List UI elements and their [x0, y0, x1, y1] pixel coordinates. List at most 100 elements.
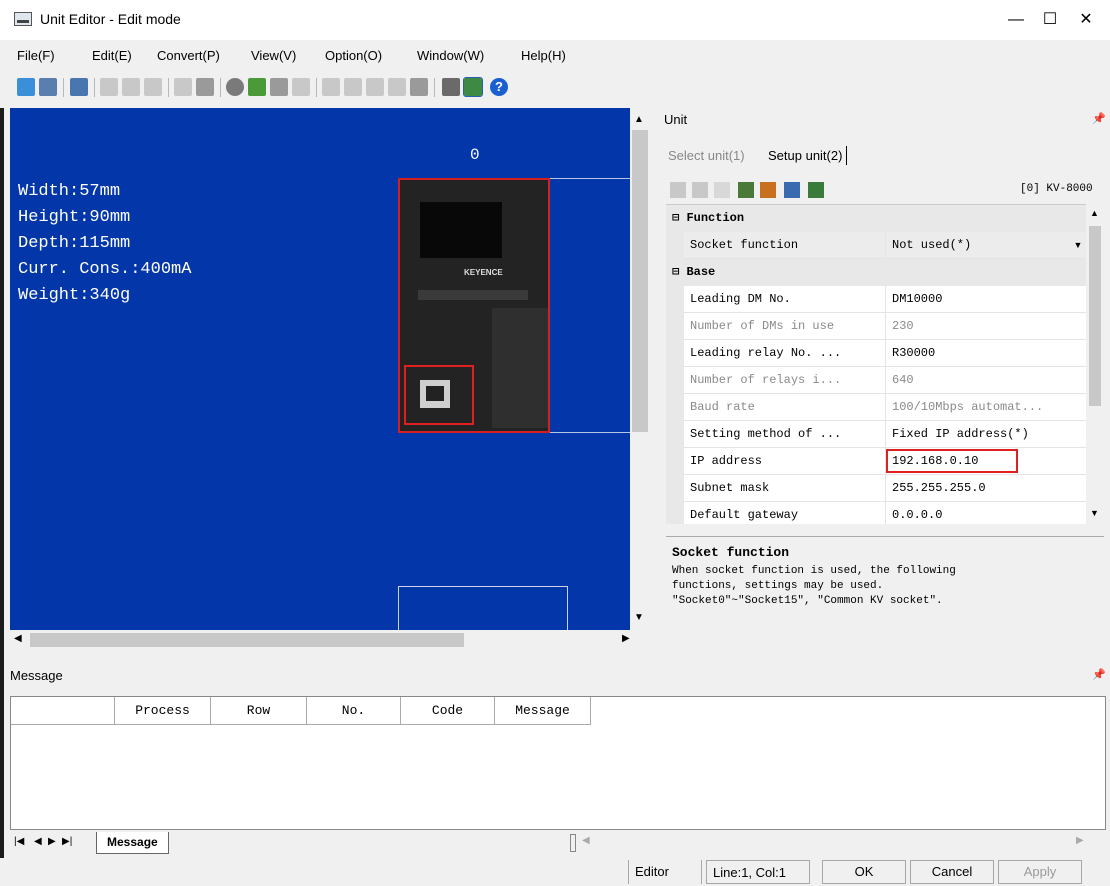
ftp-icon[interactable] — [760, 182, 776, 198]
property-row[interactable]: Leading DM No. DM10000 — [666, 286, 1086, 313]
scroll-left-icon[interactable]: ◀ — [14, 633, 22, 644]
scroll-down-icon[interactable]: ▼ — [1090, 508, 1099, 518]
menu-convert[interactable]: Convert(P) — [157, 48, 220, 63]
close-button[interactable]: ✕ — [1066, 4, 1106, 36]
property-value[interactable]: R30000 — [892, 340, 1086, 367]
help-icon[interactable]: ? — [490, 78, 508, 96]
wrench-icon[interactable] — [442, 78, 460, 96]
unit-setting-icon[interactable] — [738, 182, 754, 198]
property-row[interactable]: Subnet mask 255.255.255.0 — [666, 475, 1086, 502]
import-icon[interactable] — [17, 78, 35, 96]
unit-cover — [492, 308, 548, 428]
last-page-icon[interactable]: ▶| — [62, 836, 72, 847]
menu-window[interactable]: Window(W) — [417, 48, 484, 63]
tab-message[interactable]: Message — [96, 832, 169, 854]
property-row[interactable]: IP address 192.168.0.10 — [666, 448, 1086, 475]
property-value[interactable]: 100/10Mbps automat... — [892, 394, 1086, 421]
unit-read-icon[interactable] — [344, 78, 362, 96]
first-page-icon[interactable]: |◀ — [14, 836, 24, 847]
grid-vertical-scrollbar[interactable]: ▲ ▼ — [1086, 204, 1104, 524]
kv-icon[interactable] — [410, 78, 428, 96]
property-row[interactable]: Number of relays i... 640 — [666, 367, 1086, 394]
property-row[interactable]: Leading relay No. ... R30000 — [666, 340, 1086, 367]
apply-button[interactable]: Apply — [998, 860, 1082, 884]
scroll-right-icon[interactable]: ▶ — [1076, 835, 1084, 846]
tab-setup-unit[interactable]: Setup unit(2) — [764, 146, 848, 165]
settings-icon[interactable] — [463, 77, 483, 97]
sort-category-icon[interactable] — [670, 182, 686, 198]
canvas-horizontal-scrollbar[interactable]: ◀ ▶ — [10, 630, 650, 650]
property-row[interactable]: Number of DMs in use 230 — [666, 313, 1086, 340]
network-icon[interactable] — [784, 182, 800, 198]
tab-select-unit[interactable]: Select unit(1) — [668, 148, 745, 163]
ok-button[interactable]: OK — [822, 860, 906, 884]
property-row[interactable]: Socket function Not used(*) ▼ — [666, 232, 1086, 259]
property-row[interactable]: Setting method of ... Fixed IP address(*) — [666, 421, 1086, 448]
scroll-up-icon[interactable]: ▲ — [634, 114, 644, 125]
menu-edit[interactable]: Edit(E) — [92, 48, 132, 63]
toolbar: ? — [0, 72, 1110, 102]
cancel-button[interactable]: Cancel — [910, 860, 994, 884]
refresh-icon[interactable] — [292, 78, 310, 96]
monitor-icon[interactable] — [808, 182, 824, 198]
maximize-button[interactable]: ☐ — [1030, 4, 1070, 36]
menu-file[interactable]: File(F) — [17, 48, 55, 63]
sort-alpha-icon[interactable] — [692, 182, 708, 198]
scroll-left-icon[interactable]: ◀ — [582, 835, 590, 846]
column-header-code[interactable]: Code — [401, 697, 495, 725]
scroll-down-icon[interactable]: ▼ — [634, 612, 644, 623]
table-icon[interactable] — [196, 78, 214, 96]
property-row[interactable]: Baud rate 100/10Mbps automat... — [666, 394, 1086, 421]
property-name: Leading relay No. ... — [690, 340, 886, 367]
ip-address-highlight — [886, 449, 1018, 473]
message-grid[interactable]: Process Row No. Code Message — [10, 696, 1106, 830]
menu-option[interactable]: Option(O) — [325, 48, 382, 63]
pin-icon[interactable]: 📌 — [1092, 668, 1106, 681]
hscroll-thumb[interactable] — [30, 633, 464, 647]
property-grid[interactable]: ⊟ Function Socket function Not used(*) ▼… — [666, 204, 1086, 524]
menu-view[interactable]: View(V) — [251, 48, 296, 63]
splitter-handle[interactable] — [570, 834, 576, 852]
paste-icon[interactable] — [144, 78, 162, 96]
pin-icon[interactable]: 📌 — [1092, 112, 1106, 125]
chevron-down-icon[interactable]: ▼ — [1070, 232, 1086, 259]
description-line: functions, settings may be used. — [672, 580, 884, 592]
socket-function-select[interactable]: Not used(*) — [892, 232, 1086, 259]
cut-icon[interactable] — [100, 78, 118, 96]
category-function[interactable]: ⊟ Function — [666, 205, 1086, 232]
transfer-icon[interactable] — [70, 78, 88, 96]
unit-write-icon[interactable] — [366, 78, 384, 96]
unit-canvas[interactable]: Width:57mm Height:90mm Depth:115mm Curr.… — [10, 108, 630, 630]
column-header-no[interactable]: No. — [307, 697, 401, 725]
export-icon[interactable] — [39, 78, 57, 96]
property-value[interactable]: 0.0.0.0 — [892, 502, 1086, 524]
column-header-message[interactable]: Message — [495, 697, 591, 725]
property-name: IP address — [690, 448, 886, 475]
scroll-up-icon[interactable]: ▲ — [1090, 208, 1099, 218]
unit-icon[interactable] — [322, 78, 340, 96]
scroll-thumb[interactable] — [632, 130, 648, 432]
unit-monitor-icon[interactable] — [388, 78, 406, 96]
edit-icon[interactable] — [174, 78, 192, 96]
property-value[interactable]: 230 — [892, 313, 1086, 340]
menu-help[interactable]: Help(H) — [521, 48, 566, 63]
canvas-vertical-scrollbar[interactable]: ▲ ▼ — [630, 108, 650, 630]
prev-page-icon[interactable]: ◀ — [34, 836, 42, 847]
property-value[interactable]: Fixed IP address(*) — [892, 421, 1086, 448]
next-page-icon[interactable]: ▶ — [48, 836, 56, 847]
check-icon[interactable] — [248, 78, 266, 96]
mail-icon[interactable] — [714, 182, 730, 198]
scroll-right-icon[interactable]: ▶ — [622, 633, 630, 644]
verify-icon[interactable] — [270, 78, 288, 96]
property-value[interactable]: 640 — [892, 367, 1086, 394]
copy-icon[interactable] — [122, 78, 140, 96]
scroll-thumb[interactable] — [1089, 226, 1101, 406]
column-header-row[interactable]: Row — [211, 697, 307, 725]
description-title: Socket function — [672, 545, 790, 560]
property-row[interactable]: Default gateway 0.0.0.0 — [666, 502, 1086, 524]
property-value[interactable]: 255.255.255.0 — [892, 475, 1086, 502]
search-icon[interactable] — [226, 78, 244, 96]
property-value[interactable]: DM10000 — [892, 286, 1086, 313]
category-base[interactable]: ⊟ Base — [666, 259, 1086, 286]
column-header-process[interactable]: Process — [115, 697, 211, 725]
